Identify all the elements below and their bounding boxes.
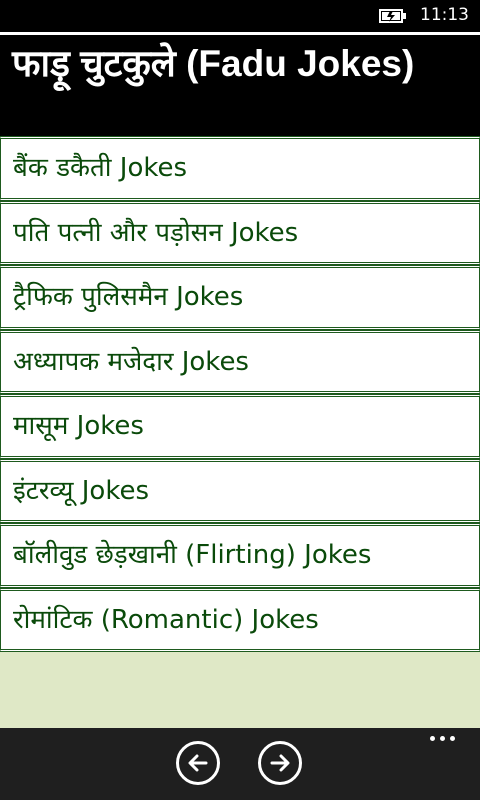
category-label: इंटरव्यू Jokes [13,475,149,506]
app-bar [0,728,480,800]
arrow-right-icon [270,754,290,772]
category-label: पति पत्नी और पड़ोसन Jokes [13,217,299,248]
list-item[interactable]: अध्यापक मजेदार Jokes [0,329,480,394]
arrow-left-icon [188,754,208,772]
joke-category-list: बैंक डकैती Jokes पति पत्नी और पड़ोसन Jok… [0,136,480,652]
category-label: अध्यापक मजेदार Jokes [13,346,249,377]
list-item[interactable]: पति पत्नी और पड़ोसन Jokes [0,200,480,265]
list-item[interactable]: बैंक डकैती Jokes [0,136,480,201]
list-item[interactable]: ट्रैफिक पुलिसमैन Jokes [0,265,480,330]
page-header: फाड़ू चुटकुले (Fadu Jokes) [0,32,480,136]
status-bar: 11:13 [0,0,480,32]
page-title: फाड़ू चुटकुले (Fadu Jokes) [12,43,415,84]
ellipsis-icon[interactable] [430,734,458,744]
category-label: रोमांटिक (Romantic) Jokes [13,604,319,635]
list-item[interactable]: रोमांटिक (Romantic) Jokes [0,587,480,652]
main-content: फाड़ू चुटकुले (Fadu Jokes) बैंक डकैती Jo… [0,32,480,728]
category-label: मासूम Jokes [13,411,144,441]
category-label: बैंक डकैती Jokes [13,153,188,183]
category-label: बॉलीवुड छेड़खानी (Flirting) Jokes [13,540,372,570]
category-label: ट्रैफिक पुलिसमैन Jokes [13,282,244,312]
forward-button[interactable] [258,741,302,785]
battery-charging-icon [379,9,406,23]
list-item[interactable]: मासूम Jokes [0,394,480,459]
back-button[interactable] [176,741,220,785]
list-item[interactable]: इंटरव्यू Jokes [0,458,480,523]
clock: 11:13 [420,5,469,25]
list-item[interactable]: बॉलीवुड छेड़खानी (Flirting) Jokes [0,523,480,588]
